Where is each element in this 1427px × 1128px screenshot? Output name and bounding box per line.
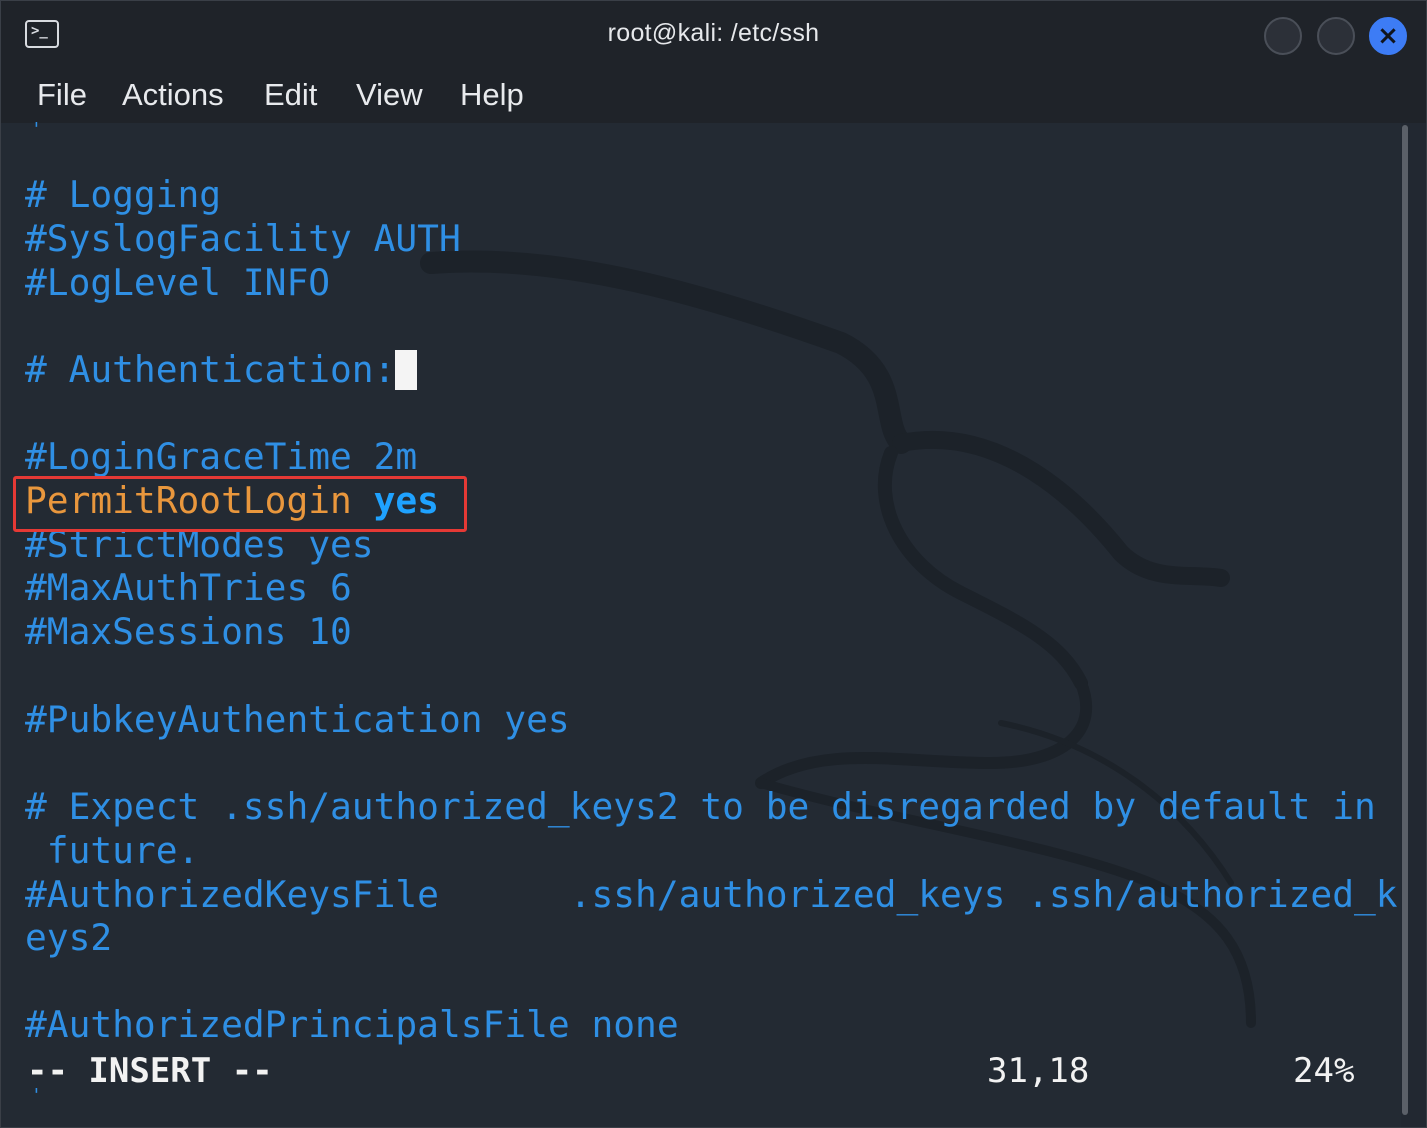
text-cursor <box>395 350 418 390</box>
scrollbar-thumb[interactable] <box>1402 125 1408 1115</box>
empty-line-marker: ' <box>31 119 42 140</box>
line-expect-comment-1: # Expect .ssh/authorized_keys2 to be dis… <box>25 785 1376 828</box>
line-log-level: #LogLevel INFO <box>25 261 331 304</box>
terminal-window: >_ root@kali: /etc/ssh × File Actions Ed… <box>0 0 1427 1128</box>
maximize-icon[interactable] <box>1317 17 1355 55</box>
window-title: root@kali: /etc/ssh <box>607 19 820 47</box>
menu-view[interactable]: View <box>356 77 423 113</box>
menu-edit[interactable]: Edit <box>264 77 317 113</box>
menu-bar: File Actions Edit View Help <box>1 67 1426 123</box>
line-login-grace-time: #LoginGraceTime 2m <box>25 435 418 478</box>
empty-line-marker-bottom: ' <box>31 1085 42 1106</box>
authentication-text: # Authentication: <box>25 348 396 391</box>
line-authorized-principals-file: #AuthorizedPrincipalsFile none <box>25 1003 679 1046</box>
close-icon[interactable]: × <box>1369 17 1407 55</box>
line-max-auth-tries: #MaxAuthTries 6 <box>25 566 352 609</box>
line-logging-comment: # Logging <box>25 173 222 216</box>
title-bar[interactable]: >_ root@kali: /etc/ssh × <box>1 1 1426 67</box>
status-cursor-position: 31,18 <box>987 1051 1090 1091</box>
status-percent: 24% <box>1293 1051 1355 1091</box>
status-mode: -- INSERT -- <box>27 1051 273 1091</box>
menu-help[interactable]: Help <box>460 77 524 113</box>
line-authentication-comment: # Authentication: <box>25 348 418 392</box>
line-max-sessions: #MaxSessions 10 <box>25 610 352 653</box>
menu-actions[interactable]: Actions <box>122 77 224 113</box>
line-authorized-keys-file-1: #AuthorizedKeysFile .ssh/authorized_keys… <box>25 873 1398 916</box>
line-pubkey-authentication: #PubkeyAuthentication yes <box>25 698 570 741</box>
minimize-icon[interactable] <box>1264 17 1302 55</box>
line-expect-comment-2: future. <box>25 829 200 872</box>
menu-file[interactable]: File <box>37 77 87 113</box>
line-syslog-facility: #SyslogFacility AUTH <box>25 217 461 260</box>
terminal-area[interactable]: ' # Logging #SyslogFacility AUTH #LogLev… <box>1 119 1401 1127</box>
line-authorized-keys-file-2: eys2 <box>25 916 113 959</box>
highlight-box <box>13 476 467 532</box>
